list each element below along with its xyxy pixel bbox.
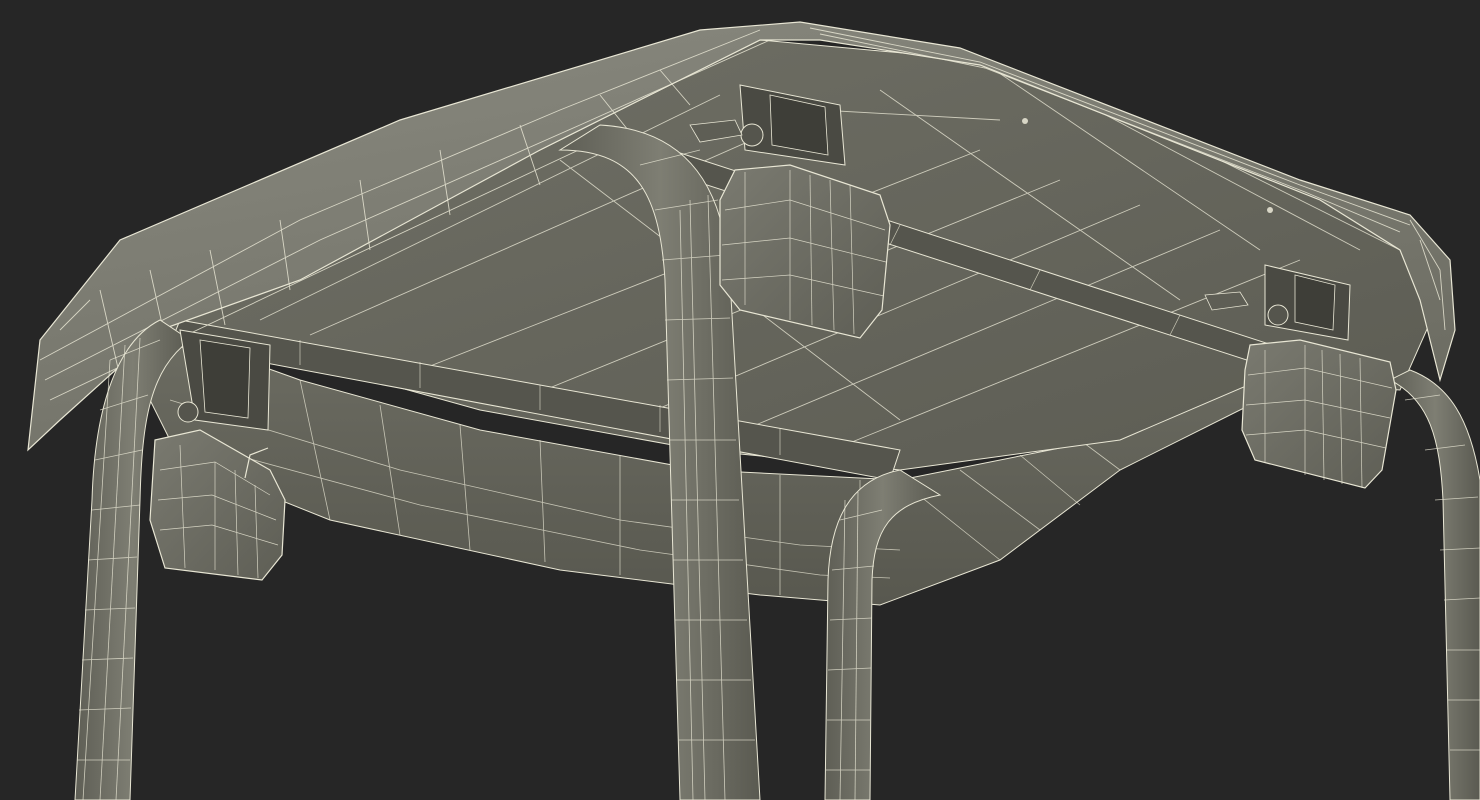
- pillar-rear-right: [1388, 369, 1480, 800]
- render-viewport: [0, 0, 1480, 800]
- wireframe-render: [27, 21, 1480, 800]
